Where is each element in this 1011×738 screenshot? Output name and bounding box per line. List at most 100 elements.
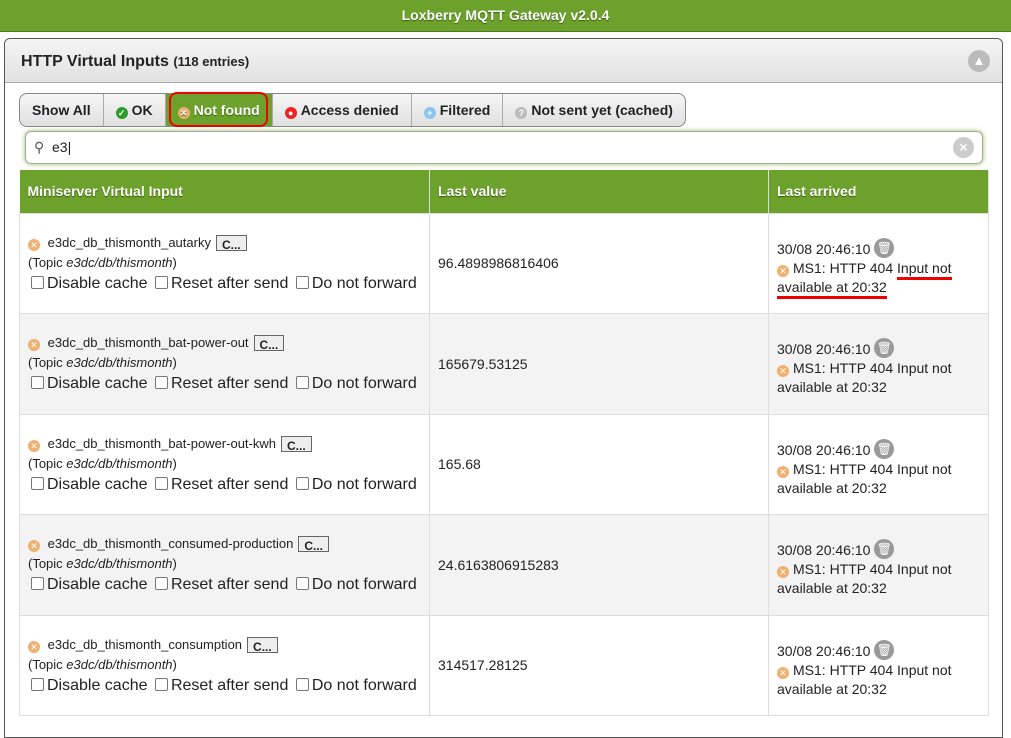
last-arrived-cell: 30/08 20:46:10 🗑 ✕ MS1: HTTP 404 Input no… <box>768 514 989 616</box>
last-value: 314517.28125 <box>429 614 769 716</box>
last-value: 165679.53125 <box>429 313 769 415</box>
topic-suffix: ) <box>172 656 177 672</box>
app-title: Loxberry MQTT Gateway v2.0.4 <box>0 0 1011 32</box>
topic-prefix: (Topic <box>28 355 67 371</box>
option-label: Disable cache <box>47 676 148 694</box>
clear-search-icon[interactable]: × <box>953 137 974 158</box>
not-found-icon: ✕ <box>28 238 40 251</box>
copy-button[interactable]: C... <box>298 536 330 553</box>
not-found-icon: ✕ <box>777 365 789 378</box>
topic: e3dc/db/thismonth <box>66 254 173 270</box>
status-message: MS1: HTTP 404 <box>793 661 898 678</box>
disable-cache-checkbox[interactable] <box>31 577 44 591</box>
not-found-icon: ✕ <box>28 540 40 553</box>
option-label: Disable cache <box>47 576 148 594</box>
panel-header[interactable]: HTTP Virtual Inputs (118 entries) ▲ <box>5 39 1002 83</box>
topic-suffix: ) <box>172 556 177 572</box>
last-arrived-cell: 30/08 20:46:10 🗑 ✕ MS1: HTTP 404 Input no… <box>768 614 989 716</box>
option-label: Do not forward <box>311 274 417 292</box>
disable-cache-checkbox[interactable] <box>31 677 44 691</box>
option-label: Do not forward <box>311 475 417 493</box>
not-found-icon: ✕ <box>28 339 40 352</box>
status-message: MS1: HTTP 404 <box>793 259 898 276</box>
search-value: e3 <box>52 139 68 155</box>
filter-filtered[interactable]: + Filtered <box>411 94 504 126</box>
x-circle-icon: ✕ <box>177 107 190 119</box>
filter-label: OK <box>131 102 153 118</box>
input-cell: ✕ e3dc_db_thismonth_autarky C... (Topic e… <box>19 212 430 314</box>
not-found-icon: ✕ <box>777 465 789 478</box>
not-found-icon: ✕ <box>777 666 789 679</box>
column-header[interactable]: Miniserver Virtual Input <box>19 170 430 213</box>
reset-after-send-checkbox[interactable] <box>154 577 168 591</box>
topic-prefix: (Topic <box>28 556 67 572</box>
not-found-icon: ✕ <box>28 439 40 452</box>
input-name: e3dc_db_thismonth_bat-power-out <box>47 335 249 351</box>
disable-cache-checkbox[interactable] <box>31 275 44 289</box>
filter-not-sent-yet[interactable]: ? Not sent yet (cached) <box>503 94 685 126</box>
option-label: Reset after send <box>170 274 289 292</box>
input-cell: ✕ e3dc_db_thismonth_bat-power-out C... (T… <box>19 313 430 415</box>
option-label: Reset after send <box>170 375 289 393</box>
topic-suffix: ) <box>172 355 177 371</box>
option-label: Reset after send <box>170 676 289 694</box>
table-row: ✕ e3dc_db_thismonth_autarky C... (Topic e… <box>19 212 989 314</box>
do-not-forward-checkbox[interactable] <box>295 476 309 490</box>
filter-show-all[interactable]: Show All <box>20 94 104 126</box>
filter-not-found[interactable]: ✕ Not found <box>165 92 273 127</box>
arrived-time: 30/08 20:46:10 <box>777 542 871 559</box>
check-icon: ✓ <box>115 107 128 119</box>
option-label: Do not forward <box>311 375 417 393</box>
status-message: MS1: HTTP 404 <box>793 460 898 477</box>
last-arrived-cell: 30/08 20:46:10 🗑 ✕ MS1: HTTP 404 Input no… <box>768 212 989 314</box>
reset-after-send-checkbox[interactable] <box>154 275 168 289</box>
search-input[interactable]: ⚲ e3| × <box>25 131 983 164</box>
reset-after-send-checkbox[interactable] <box>154 677 168 691</box>
do-not-forward-checkbox[interactable] <box>295 677 309 691</box>
do-not-forward-checkbox[interactable] <box>295 376 309 390</box>
entry-count: (118 entries) <box>173 54 250 69</box>
filter-ok[interactable]: ✓ OK <box>103 94 166 126</box>
trash-icon[interactable]: 🗑 <box>874 639 895 660</box>
copy-button[interactable]: C... <box>253 335 285 352</box>
disable-cache-checkbox[interactable] <box>31 376 44 390</box>
trash-icon[interactable]: 🗑 <box>874 338 895 359</box>
column-header[interactable]: Last value <box>429 170 769 213</box>
filter-label: Show All <box>32 102 91 118</box>
arrived-time: 30/08 20:46:10 <box>777 341 871 358</box>
panel-title: HTTP Virtual Inputs <box>21 53 169 70</box>
reset-after-send-checkbox[interactable] <box>154 476 168 490</box>
copy-button[interactable]: C... <box>247 636 278 654</box>
question-icon: ? <box>515 107 528 119</box>
trash-icon[interactable]: 🗑 <box>874 539 895 560</box>
option-label: Reset after send <box>170 475 289 493</box>
status-filter-bar: Show All ✓ OK ✕ Not found ● Access denied +… <box>19 92 686 127</box>
trash-icon[interactable]: 🗑 <box>874 237 895 258</box>
not-found-icon: ✕ <box>777 264 789 277</box>
filter-access-denied[interactable]: ● Access denied <box>272 94 412 126</box>
filter-label: Not sent yet (cached) <box>531 102 673 118</box>
table-row: ✕ e3dc_db_thismonth_bat-power-out C... (T… <box>19 313 989 415</box>
filter-label: Access denied <box>300 102 399 118</box>
column-header[interactable]: Last arrived <box>768 170 989 213</box>
input-name: e3dc_db_thismonth_autarky <box>47 234 211 250</box>
disable-cache-checkbox[interactable] <box>31 476 44 490</box>
topic-suffix: ) <box>172 455 177 471</box>
arrived-time: 30/08 20:46:10 <box>777 642 871 659</box>
topic: e3dc/db/thismonth <box>66 355 173 371</box>
topic-prefix: (Topic <box>28 254 67 270</box>
collapse-icon[interactable]: ▲ <box>968 50 990 72</box>
input-name: e3dc_db_thismonth_bat-power-out-kwh <box>47 435 276 451</box>
do-not-forward-checkbox[interactable] <box>295 577 309 591</box>
reset-after-send-checkbox[interactable] <box>154 376 168 390</box>
status-message: MS1: HTTP 404 <box>793 360 898 377</box>
input-name: e3dc_db_thismonth_consumption <box>47 636 243 652</box>
option-label: Disable cache <box>47 274 148 292</box>
copy-button[interactable]: C... <box>215 234 247 252</box>
last-arrived-cell: 30/08 20:46:10 🗑 ✕ MS1: HTTP 404 Input no… <box>768 413 989 515</box>
copy-button[interactable]: C... <box>280 435 312 453</box>
do-not-forward-checkbox[interactable] <box>295 275 309 289</box>
option-label: Do not forward <box>311 576 417 594</box>
trash-icon[interactable]: 🗑 <box>874 438 895 459</box>
last-value: 165.68 <box>429 413 769 515</box>
